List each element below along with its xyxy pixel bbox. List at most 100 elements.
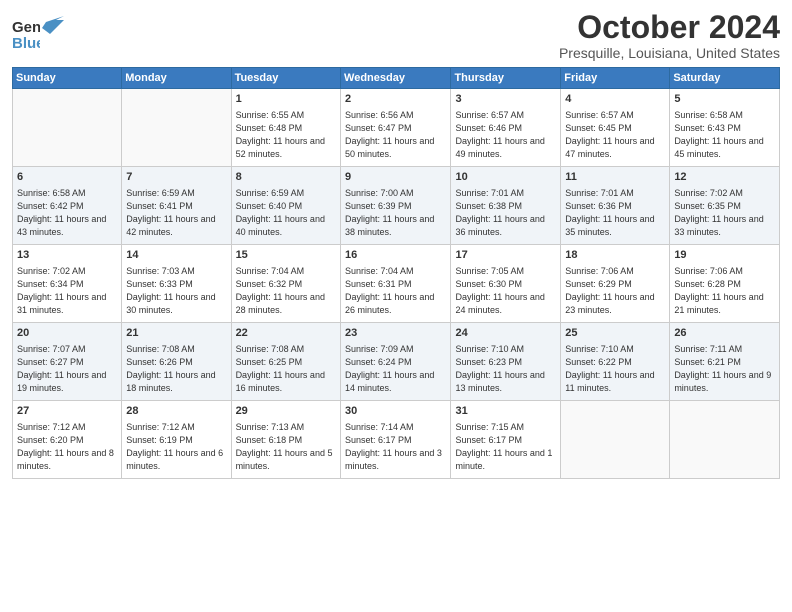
table-row: 1 Sunrise: 6:55 AM Sunset: 6:48 PM Daylig…: [231, 89, 340, 167]
day-number: 31: [455, 404, 556, 419]
day-number: 28: [126, 404, 226, 419]
day-info: Sunrise: 7:08 AM Sunset: 6:25 PM Dayligh…: [236, 343, 336, 395]
table-row: 22Sunrise: 7:08 AM Sunset: 6:25 PM Dayli…: [231, 323, 340, 401]
title-block: October 2024 Presquille, Louisiana, Unit…: [559, 10, 780, 61]
day-number: 3: [455, 92, 556, 107]
table-row: 2 Sunrise: 6:56 AM Sunset: 6:47 PM Daylig…: [341, 89, 451, 167]
calendar-week-row: 27Sunrise: 7:12 AM Sunset: 6:20 PM Dayli…: [13, 401, 780, 479]
day-info: Sunrise: 7:08 AM Sunset: 6:26 PM Dayligh…: [126, 343, 226, 395]
day-number: 1: [236, 92, 336, 107]
day-info: Sunrise: 7:01 AM Sunset: 6:38 PM Dayligh…: [455, 187, 556, 239]
table-row: 5 Sunrise: 6:58 AM Sunset: 6:43 PM Daylig…: [670, 89, 780, 167]
day-number: 17: [455, 248, 556, 263]
table-row: 30 Sunrise: 7:14 AM Sunset: 6:17 PM Dayli…: [341, 401, 451, 479]
day-number: 2: [345, 92, 446, 107]
table-row: 11 Sunrise: 7:01 AM Sunset: 6:36 PM Dayli…: [561, 167, 670, 245]
table-row: [122, 89, 231, 167]
day-number: 9: [345, 170, 446, 185]
logo: General Blue: [12, 10, 64, 57]
day-info: Sunrise: 7:10 AM Sunset: 6:22 PM Dayligh…: [565, 343, 665, 395]
day-number: 29: [236, 404, 336, 419]
day-info: Sunrise: 7:00 AM Sunset: 6:39 PM Dayligh…: [345, 187, 446, 239]
day-info: Sunrise: 6:59 AM Sunset: 6:41 PM Dayligh…: [126, 187, 226, 239]
table-row: 20 Sunrise: 7:07 AM Sunset: 6:27 PM Dayli…: [13, 323, 122, 401]
day-info: Sunrise: 6:55 AM Sunset: 6:48 PM Dayligh…: [236, 109, 336, 161]
day-info: Sunrise: 7:04 AM Sunset: 6:32 PM Dayligh…: [236, 265, 336, 317]
day-info: Sunrise: 7:01 AM Sunset: 6:36 PM Dayligh…: [565, 187, 665, 239]
day-number: 8: [236, 170, 336, 185]
col-saturday: Saturday: [670, 68, 780, 89]
day-info: Sunrise: 7:04 AM Sunset: 6:31 PM Dayligh…: [345, 265, 446, 317]
day-number: 7: [126, 170, 226, 185]
day-number: 26: [674, 326, 775, 341]
col-friday: Friday: [561, 68, 670, 89]
day-info: Sunrise: 6:57 AM Sunset: 6:46 PM Dayligh…: [455, 109, 556, 161]
table-row: 10Sunrise: 7:01 AM Sunset: 6:38 PM Dayli…: [451, 167, 561, 245]
table-row: 19Sunrise: 7:06 AM Sunset: 6:28 PM Dayli…: [670, 245, 780, 323]
table-row: 29Sunrise: 7:13 AM Sunset: 6:18 PM Dayli…: [231, 401, 340, 479]
day-info: Sunrise: 7:09 AM Sunset: 6:24 PM Dayligh…: [345, 343, 446, 395]
table-row: 26 Sunrise: 7:11 AM Sunset: 6:21 PM Dayli…: [670, 323, 780, 401]
day-number: 25: [565, 326, 665, 341]
table-row: 7 Sunrise: 6:59 AM Sunset: 6:41 PM Daylig…: [122, 167, 231, 245]
day-number: 16: [345, 248, 446, 263]
table-row: 21Sunrise: 7:08 AM Sunset: 6:26 PM Dayli…: [122, 323, 231, 401]
day-info: Sunrise: 7:12 AM Sunset: 6:19 PM Dayligh…: [126, 421, 226, 473]
day-info: Sunrise: 7:10 AM Sunset: 6:23 PM Dayligh…: [455, 343, 556, 395]
table-row: 24 Sunrise: 7:10 AM Sunset: 6:23 PM Dayli…: [451, 323, 561, 401]
day-info: Sunrise: 7:05 AM Sunset: 6:30 PM Dayligh…: [455, 265, 556, 317]
col-wednesday: Wednesday: [341, 68, 451, 89]
table-row: 13 Sunrise: 7:02 AM Sunset: 6:34 PM Dayli…: [13, 245, 122, 323]
calendar-week-row: 13 Sunrise: 7:02 AM Sunset: 6:34 PM Dayli…: [13, 245, 780, 323]
day-info: Sunrise: 7:02 AM Sunset: 6:35 PM Dayligh…: [674, 187, 775, 239]
day-info: Sunrise: 6:58 AM Sunset: 6:43 PM Dayligh…: [674, 109, 775, 161]
day-number: 12: [674, 170, 775, 185]
day-info: Sunrise: 6:57 AM Sunset: 6:45 PM Dayligh…: [565, 109, 665, 161]
day-number: 11: [565, 170, 665, 185]
col-tuesday: Tuesday: [231, 68, 340, 89]
logo-icon: General Blue: [12, 14, 40, 52]
day-info: Sunrise: 7:11 AM Sunset: 6:21 PM Dayligh…: [674, 343, 775, 395]
day-number: 4: [565, 92, 665, 107]
day-number: 13: [17, 248, 117, 263]
page: General Blue October 2024 Presquille, Lo…: [0, 0, 792, 612]
svg-text:Blue: Blue: [12, 35, 40, 52]
day-number: 19: [674, 248, 775, 263]
col-thursday: Thursday: [451, 68, 561, 89]
day-info: Sunrise: 7:03 AM Sunset: 6:33 PM Dayligh…: [126, 265, 226, 317]
day-number: 14: [126, 248, 226, 263]
table-row: 18Sunrise: 7:06 AM Sunset: 6:29 PM Dayli…: [561, 245, 670, 323]
calendar-week-row: 20 Sunrise: 7:07 AM Sunset: 6:27 PM Dayli…: [13, 323, 780, 401]
day-number: 5: [674, 92, 775, 107]
day-number: 24: [455, 326, 556, 341]
day-number: 27: [17, 404, 117, 419]
day-number: 30: [345, 404, 446, 419]
day-info: Sunrise: 7:02 AM Sunset: 6:34 PM Dayligh…: [17, 265, 117, 317]
table-row: [561, 401, 670, 479]
table-row: 25 Sunrise: 7:10 AM Sunset: 6:22 PM Dayli…: [561, 323, 670, 401]
table-row: 12 Sunrise: 7:02 AM Sunset: 6:35 PM Dayli…: [670, 167, 780, 245]
table-row: [670, 401, 780, 479]
logo-bird-icon: [42, 16, 64, 34]
col-monday: Monday: [122, 68, 231, 89]
location: Presquille, Louisiana, United States: [559, 45, 780, 61]
table-row: 3 Sunrise: 6:57 AM Sunset: 6:46 PM Daylig…: [451, 89, 561, 167]
day-info: Sunrise: 7:14 AM Sunset: 6:17 PM Dayligh…: [345, 421, 446, 473]
table-row: 15 Sunrise: 7:04 AM Sunset: 6:32 PM Dayli…: [231, 245, 340, 323]
header: General Blue October 2024 Presquille, Lo…: [12, 10, 780, 61]
day-info: Sunrise: 6:58 AM Sunset: 6:42 PM Dayligh…: [17, 187, 117, 239]
table-row: 8Sunrise: 6:59 AM Sunset: 6:40 PM Daylig…: [231, 167, 340, 245]
calendar-week-row: 6 Sunrise: 6:58 AM Sunset: 6:42 PM Daylig…: [13, 167, 780, 245]
calendar-week-row: 1 Sunrise: 6:55 AM Sunset: 6:48 PM Daylig…: [13, 89, 780, 167]
day-number: 6: [17, 170, 117, 185]
day-info: Sunrise: 7:07 AM Sunset: 6:27 PM Dayligh…: [17, 343, 117, 395]
table-row: 17 Sunrise: 7:05 AM Sunset: 6:30 PM Dayli…: [451, 245, 561, 323]
table-row: 4 Sunrise: 6:57 AM Sunset: 6:45 PM Daylig…: [561, 89, 670, 167]
day-number: 15: [236, 248, 336, 263]
table-row: [13, 89, 122, 167]
month-title: October 2024: [559, 10, 780, 45]
table-row: 28 Sunrise: 7:12 AM Sunset: 6:19 PM Dayli…: [122, 401, 231, 479]
day-info: Sunrise: 6:56 AM Sunset: 6:47 PM Dayligh…: [345, 109, 446, 161]
day-number: 20: [17, 326, 117, 341]
svg-text:General: General: [12, 19, 40, 36]
